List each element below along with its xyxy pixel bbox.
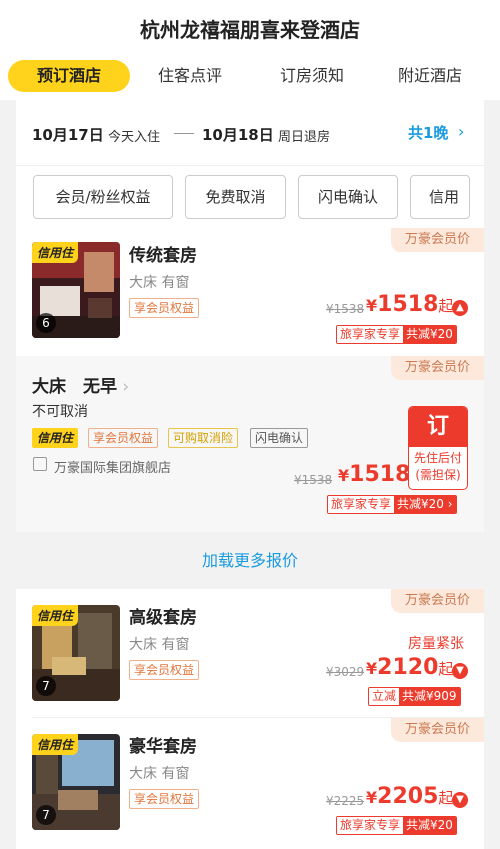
room-photo[interactable]: 信用住 6: [32, 242, 120, 338]
member-benefit-tag: 享会员权益: [129, 298, 200, 318]
original-price: ¥2225: [326, 794, 365, 808]
instant-confirm-tag: 闪电确认: [250, 428, 309, 448]
room-bed-window: 大床 有窗: [129, 275, 190, 291]
original-price: ¥1538: [326, 302, 365, 316]
tab-nearby-hotels[interactable]: 附近酒店: [380, 60, 480, 92]
filter-chips: 会员/粉丝权益 免费取消 闪电确认 信用: [16, 166, 484, 228]
member-price-badge: 万豪会员价: [390, 228, 484, 252]
room-price: ¥2120起: [366, 655, 454, 680]
member-price-badge: 万豪会员价: [390, 718, 484, 742]
load-more-button[interactable]: 加载更多报价: [16, 532, 484, 589]
plan-price: ¥1518: [338, 462, 411, 487]
cancel-policy: 不可取消: [32, 404, 88, 420]
room-price: ¥2205起: [366, 784, 454, 809]
store-icon: [33, 457, 47, 471]
promo-tag[interactable]: 旅享家专享 共减¥20 ›: [327, 495, 457, 514]
filter-member-benefits[interactable]: 会员/粉丝权益: [33, 175, 173, 219]
promo-tag: 旅享家专享 共减¥20: [336, 816, 457, 835]
credit-stay-tag: 信用住: [32, 428, 79, 448]
room-list-panel: 10月17日 今天入住 10月18日 周日退房 共1晚 › 会员/粉丝权益 免费…: [16, 100, 484, 849]
room-card-deluxe-suite[interactable]: 万豪会员价 信用住 7 豪华套房 大床 有窗 享会员权益 ¥2225 ¥2205…: [16, 718, 484, 849]
checkout-date: 10月18日: [202, 126, 274, 144]
tab-booking-notice[interactable]: 订房须知: [262, 60, 362, 92]
original-price: ¥1538: [294, 473, 333, 487]
member-benefit-tag: 享会员权益: [88, 428, 159, 448]
photo-count: 6: [36, 313, 56, 333]
original-price: ¥3029: [326, 665, 365, 679]
room-photo[interactable]: 信用住 7: [32, 605, 120, 701]
promo-tag: 立减 共减¥909: [368, 687, 461, 706]
store-name: 万豪国际集团旗舰店: [54, 461, 172, 476]
credit-stay-badge: 信用住: [32, 734, 79, 755]
chevron-right-icon[interactable]: ›: [458, 122, 464, 141]
room-name: 豪华套房: [129, 737, 197, 757]
chevron-right-icon: ›: [117, 377, 130, 397]
header: 杭州龙禧福朋喜来登酒店 预订酒店 住客点评 订房须知 附近酒店: [0, 0, 500, 100]
credit-stay-badge: 信用住: [32, 242, 79, 263]
plan-title: 大床 无早 ›: [32, 377, 130, 397]
checkin-label: 今天入住: [108, 130, 161, 145]
room-bed-window: 大床 有窗: [129, 637, 190, 653]
promo-tag: 旅享家专享 共减¥20: [336, 325, 457, 344]
filter-instant-confirm[interactable]: 闪电确认: [298, 175, 398, 219]
cancel-insurance-tag: 可购取消险: [168, 428, 239, 448]
room-name: 高级套房: [129, 608, 197, 628]
room-card-traditional-suite[interactable]: 万豪会员价 信用住 6 传统套房 大床 有窗 享会员权益 ¥1538 ¥1518…: [16, 228, 484, 356]
rate-plan-row[interactable]: 万豪会员价 大床 无早 › 不可取消 信用住 享会员权益 可购取消险 闪电确认 …: [16, 356, 484, 532]
room-photo[interactable]: 信用住 7: [32, 734, 120, 830]
member-benefit-tag: 享会员权益: [129, 789, 200, 809]
filter-free-cancel[interactable]: 免费取消: [185, 175, 286, 219]
chevron-down-icon[interactable]: ▼: [452, 792, 468, 808]
filter-credit[interactable]: 信用: [410, 175, 470, 219]
low-availability-label: 房量紧张: [408, 636, 464, 652]
date-selector[interactable]: 10月17日 今天入住 10月18日 周日退房 共1晚 ›: [16, 100, 484, 166]
member-price-badge: 万豪会员价: [390, 589, 484, 613]
tab-book-hotel[interactable]: 预订酒店: [8, 60, 130, 92]
room-name: 传统套房: [129, 246, 197, 266]
checkout-label: 周日退房: [278, 130, 331, 145]
chevron-down-icon[interactable]: ▼: [452, 663, 468, 679]
room-card-superior-suite[interactable]: 万豪会员价 信用住 7 高级套房 大床 有窗 享会员权益 房量紧张 ¥3029 …: [16, 589, 484, 717]
member-benefit-tag: 享会员权益: [129, 660, 200, 680]
credit-stay-badge: 信用住: [32, 605, 79, 626]
hotel-title: 杭州龙禧福朋喜来登酒店: [140, 18, 360, 42]
tab-reviews[interactable]: 住客点评: [140, 60, 240, 92]
nights-count[interactable]: 共1晚: [408, 122, 448, 143]
photo-count: 7: [36, 676, 56, 696]
book-button[interactable]: 订 先住后付 (需担保): [408, 406, 468, 490]
member-price-badge: 万豪会员价: [390, 356, 484, 380]
room-bed-window: 大床 有窗: [129, 766, 190, 782]
chevron-up-icon[interactable]: ▲: [452, 300, 468, 316]
tab-bar: 预订酒店 住客点评 订房须知 附近酒店: [0, 58, 500, 96]
checkin-date: 10月17日: [32, 126, 104, 144]
photo-count: 7: [36, 805, 56, 825]
date-divider: [174, 133, 194, 134]
room-price: ¥1518起: [366, 292, 454, 317]
